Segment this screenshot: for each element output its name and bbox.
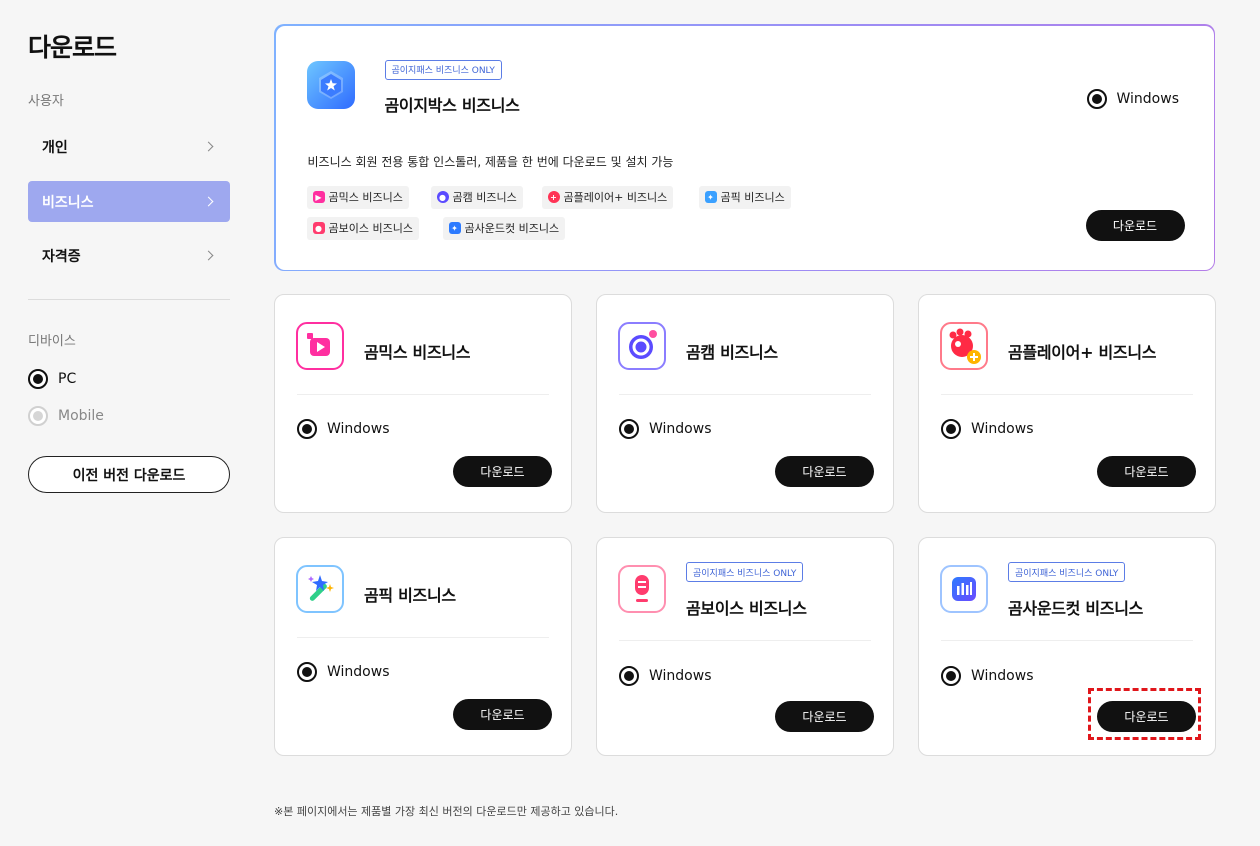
device-section-label: 디바이스 [28, 334, 76, 349]
included-product-chip: ▶ 곰믹스 비즈니스 [306, 185, 409, 209]
sidebar-item-label: 자격증 [42, 248, 81, 265]
included-product-chip: + 곰플레이어+ 비즈니스 [541, 185, 674, 209]
only-badge: 곰이지패스 비즈니스 ONLY [384, 59, 502, 80]
card-divider [297, 394, 549, 395]
card-divider [941, 640, 1193, 641]
download-button[interactable]: 다운로드 [453, 456, 552, 487]
chip-label: 곰사운드컷 비즈니스 [464, 222, 560, 235]
chip-label: 곰플레이어+ 비즈니스 [563, 191, 668, 204]
product-name: 곰플레이어+ 비즈니스 [1008, 343, 1157, 362]
gomcam-icon [618, 322, 666, 370]
os-label: Windows [1116, 90, 1180, 107]
chip-label: 곰믹스 비즈니스 [328, 191, 403, 204]
card-divider [619, 394, 871, 395]
product-name: 곰사운드컷 비즈니스 [1008, 599, 1144, 618]
gommix-business-card: 곰믹스 비즈니스 Windows 다운로드 [274, 294, 572, 513]
sidebar-item-personal[interactable]: 개인 [28, 126, 230, 167]
os-radio-windows[interactable]: Windows [941, 419, 1034, 439]
chevron-right-icon [203, 196, 214, 207]
os-label: Windows [971, 668, 1034, 684]
sidebar-item-certificate[interactable]: 자격증 [28, 235, 230, 276]
device-label: Mobile [58, 408, 104, 424]
page-title: 다운로드 [28, 33, 117, 62]
download-button[interactable]: 다운로드 [775, 456, 874, 487]
gomezbox-business-card: 곰이지패스 비즈니스 ONLY 곰이지박스 비즈니스 Windows 비즈니스 … [274, 24, 1215, 271]
os-radio-windows[interactable]: Windows [619, 666, 712, 686]
gomsoundcut-icon [940, 565, 988, 613]
sidebar-item-business[interactable]: 비즈니스 [28, 181, 230, 222]
device-label: PC [58, 371, 77, 387]
only-badge: 곰이지패스 비즈니스 ONLY [1008, 562, 1126, 582]
os-label: Windows [649, 668, 712, 684]
os-radio-windows[interactable]: Windows [297, 419, 390, 439]
download-button[interactable]: 다운로드 [1097, 456, 1196, 487]
user-section-label: 사용자 [28, 94, 64, 109]
product-name: 곰이지박스 비즈니스 [384, 95, 520, 115]
download-button[interactable]: 다운로드 [453, 699, 552, 730]
chip-label: 곰보이스 비즈니스 [328, 222, 413, 235]
radio-disabled-icon [28, 406, 48, 426]
card-divider [297, 637, 549, 638]
os-radio-windows[interactable]: Windows [619, 419, 712, 439]
device-radio-mobile[interactable]: Mobile [28, 406, 104, 426]
product-name: 곰보이스 비즈니스 [686, 599, 807, 618]
gommix-icon [296, 322, 344, 370]
radio-selected-icon [1086, 88, 1107, 109]
gomvoice-business-card: 곰이지패스 비즈니스 ONLY 곰보이스 비즈니스 Windows 다운로드 [596, 537, 894, 756]
gomplayer-icon [940, 322, 988, 370]
gommix-icon: ▶ [312, 191, 325, 203]
previous-version-download-button[interactable]: 이전 버전 다운로드 [28, 456, 230, 493]
gompic-icon [296, 565, 344, 613]
sidebar-divider [28, 299, 230, 300]
device-radio-pc[interactable]: PC [28, 369, 76, 389]
gomezbox-icon [306, 60, 355, 109]
radio-selected-icon [941, 666, 961, 686]
gompic-icon: ✦ [704, 191, 717, 203]
download-button[interactable]: 다운로드 [1097, 701, 1196, 732]
os-radio-windows[interactable]: Windows [941, 666, 1034, 686]
product-name: 곰픽 비즈니스 [364, 586, 456, 605]
gomsoundcut-icon: ✦ [448, 222, 461, 234]
download-button[interactable]: 다운로드 [775, 701, 874, 732]
radio-selected-icon [619, 666, 639, 686]
os-label: Windows [971, 421, 1034, 437]
sidebar-item-label: 개인 [42, 139, 68, 156]
included-product-chip: ✦ 곰사운드컷 비즈니스 [442, 216, 566, 240]
card-divider [941, 394, 1193, 395]
radio-selected-icon [297, 419, 317, 439]
gomplayer-business-card: 곰플레이어+ 비즈니스 Windows 다운로드 [918, 294, 1216, 513]
only-badge: 곰이지패스 비즈니스 ONLY [686, 562, 804, 582]
included-product-chip: ✦ 곰픽 비즈니스 [698, 185, 791, 209]
download-button[interactable]: 다운로드 [1085, 209, 1185, 241]
product-description: 비즈니스 회원 전용 통합 인스톨러, 제품을 한 번에 다운로드 및 설치 가… [307, 154, 674, 169]
gomcam-business-card: 곰캠 비즈니스 Windows 다운로드 [596, 294, 894, 513]
gomplayer-icon: + [547, 191, 560, 203]
os-radio-windows[interactable]: Windows [1086, 88, 1180, 109]
radio-selected-icon [619, 419, 639, 439]
radio-selected-icon [941, 419, 961, 439]
gomsoundcut-business-card: 곰이지패스 비즈니스 ONLY 곰사운드컷 비즈니스 Windows 다운로드 [918, 537, 1216, 756]
gomvoice-icon [618, 565, 666, 613]
chevron-right-icon [203, 141, 214, 152]
card-divider [619, 640, 871, 641]
product-name: 곰믹스 비즈니스 [364, 343, 471, 362]
chevron-right-icon [203, 250, 214, 261]
os-label: Windows [327, 421, 390, 437]
chip-label: 곰캠 비즈니스 [452, 191, 517, 204]
included-product-chip: ● 곰보이스 비즈니스 [306, 216, 419, 240]
gomvoice-icon: ● [312, 222, 325, 234]
os-label: Windows [327, 664, 390, 680]
os-radio-windows[interactable]: Windows [297, 662, 390, 682]
sidebar-item-label: 비즈니스 [42, 194, 94, 211]
gompic-business-card: 곰픽 비즈니스 Windows 다운로드 [274, 537, 572, 756]
product-name: 곰캠 비즈니스 [686, 343, 778, 362]
gomcam-icon: ● [436, 191, 449, 203]
included-product-chip: ● 곰캠 비즈니스 [430, 185, 523, 209]
os-label: Windows [649, 421, 712, 437]
radio-selected-icon [28, 369, 48, 389]
chip-label: 곰픽 비즈니스 [720, 191, 785, 204]
footnote: ※본 페이지에서는 제품별 가장 최신 버전의 다운로드만 제공하고 있습니다. [274, 805, 619, 818]
radio-selected-icon [297, 662, 317, 682]
